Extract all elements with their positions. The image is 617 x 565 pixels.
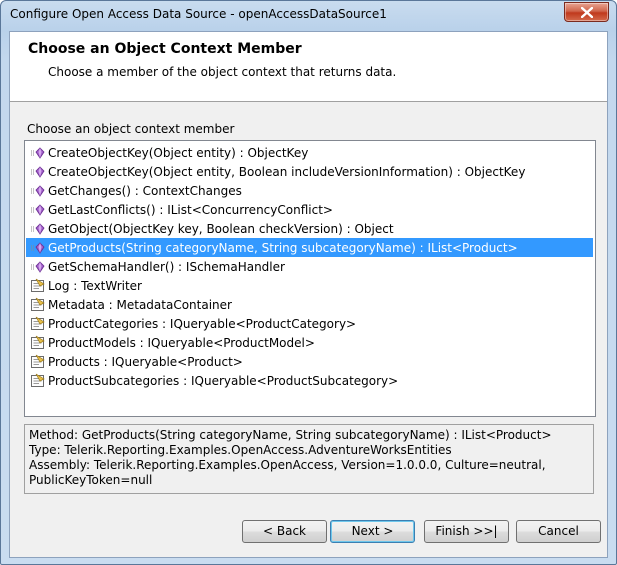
list-item-label: GetLastConflicts() : IList<ConcurrencyCo… <box>48 202 333 217</box>
list-item-label: ProductModels : IQueryable<ProductModel> <box>48 335 315 350</box>
list-label: Choose an object context member <box>27 122 235 136</box>
list-item-label: GetObject(ObjectKey key, Boolean checkVe… <box>48 221 394 236</box>
page-subtitle: Choose a member of the object context th… <box>48 65 397 79</box>
cancel-button[interactable]: Cancel <box>516 520 601 543</box>
info-assembly: Assembly: Telerik.Reporting.Examples.Ope… <box>29 458 546 472</box>
finish-button[interactable]: Finish >>| <box>424 520 509 543</box>
info-method: Method: GetProducts(String categoryName,… <box>29 428 552 442</box>
next-button[interactable]: Next > <box>330 520 415 543</box>
list-item-label: Products : IQueryable<Product> <box>48 354 243 369</box>
list-item-label: Metadata : MetadataContainer <box>48 297 232 312</box>
info-public-key-token: PublicKeyToken=null <box>29 473 153 487</box>
list-item[interactable]: CreateObjectKey(Object entity, Boolean i… <box>26 162 593 181</box>
method-icon <box>30 145 46 161</box>
method-icon <box>30 183 46 199</box>
list-item[interactable]: Log : TextWriter <box>26 276 593 295</box>
window-title: Configure Open Access Data Source - open… <box>10 7 387 21</box>
member-info-panel: Method: GetProducts(String categoryName,… <box>24 424 594 494</box>
list-item-label: Log : TextWriter <box>48 278 142 293</box>
method-icon <box>30 259 46 275</box>
list-item[interactable]: ProductSubcategories : IQueryable<Produc… <box>26 371 593 390</box>
list-item[interactable]: Products : IQueryable<Product> <box>26 352 593 371</box>
list-item[interactable]: GetChanges() : ContextChanges <box>26 181 593 200</box>
context-member-list[interactable]: CreateObjectKey(Object entity) : ObjectK… <box>24 140 596 417</box>
dialog-client-area: Choose an Object Context Member Choose a… <box>9 31 608 558</box>
cancel-button-label: Cancel <box>538 524 579 538</box>
list-item[interactable]: GetSchemaHandler() : ISchemaHandler <box>26 257 593 276</box>
close-icon <box>580 6 593 18</box>
list-item-label: CreateObjectKey(Object entity) : ObjectK… <box>48 145 309 160</box>
list-item[interactable]: ProductModels : IQueryable<ProductModel> <box>26 333 593 352</box>
method-icon <box>30 202 46 218</box>
list-item-label: CreateObjectKey(Object entity, Boolean i… <box>48 164 526 179</box>
list-item[interactable]: GetLastConflicts() : IList<ConcurrencyCo… <box>26 200 593 219</box>
list-item-label: GetProducts(String categoryName, String … <box>48 240 518 255</box>
property-icon <box>30 335 46 351</box>
dialog-window: Configure Open Access Data Source - open… <box>0 0 617 565</box>
property-icon <box>30 373 46 389</box>
title-bar[interactable]: Configure Open Access Data Source - open… <box>1 1 616 27</box>
list-item-label: ProductSubcategories : IQueryable<Produc… <box>48 373 399 388</box>
list-item[interactable]: ProductCategories : IQueryable<ProductCa… <box>26 314 593 333</box>
finish-button-label: Finish >>| <box>435 524 498 538</box>
list-item-label: ProductCategories : IQueryable<ProductCa… <box>48 316 357 331</box>
property-icon <box>30 354 46 370</box>
list-item[interactable]: GetObject(ObjectKey key, Boolean checkVe… <box>26 219 593 238</box>
list-item-label: GetSchemaHandler() : ISchemaHandler <box>48 259 285 274</box>
page-title: Choose an Object Context Member <box>28 41 302 57</box>
back-button[interactable]: < Back <box>242 520 327 543</box>
list-item[interactable]: Metadata : MetadataContainer <box>26 295 593 314</box>
method-icon <box>30 164 46 180</box>
method-icon <box>30 240 46 256</box>
property-icon <box>30 297 46 313</box>
method-icon <box>30 221 46 237</box>
next-button-label: Next > <box>351 524 394 538</box>
property-icon <box>30 316 46 332</box>
wizard-header: Choose an Object Context Member Choose a… <box>10 32 607 102</box>
back-button-label: < Back <box>262 524 306 538</box>
list-item[interactable]: CreateObjectKey(Object entity) : ObjectK… <box>26 143 593 162</box>
close-button[interactable] <box>564 2 609 22</box>
list-item[interactable]: GetProducts(String categoryName, String … <box>26 238 593 257</box>
list-item-label: GetChanges() : ContextChanges <box>48 183 242 198</box>
property-icon <box>30 278 46 294</box>
info-type: Type: Telerik.Reporting.Examples.OpenAcc… <box>29 443 452 457</box>
